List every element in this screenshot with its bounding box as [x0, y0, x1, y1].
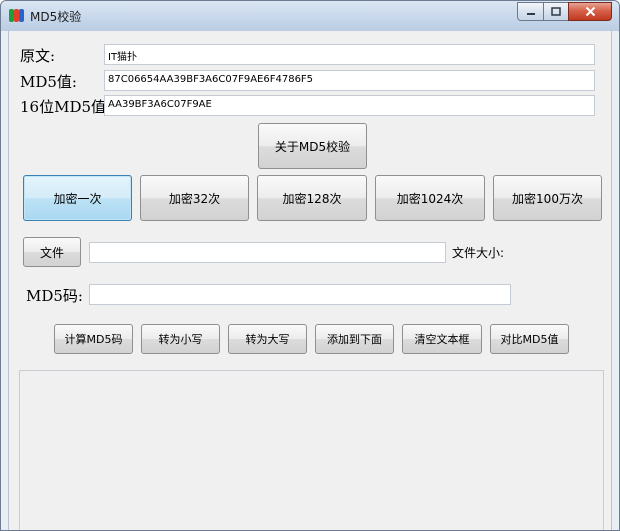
close-button[interactable]: [568, 2, 612, 21]
md5-field[interactable]: 87C06654AA39BF3A6C07F9AE6F4786F5: [104, 70, 595, 91]
md5-code-field[interactable]: [89, 284, 511, 305]
file-button[interactable]: 文件: [23, 237, 81, 267]
encrypt-1m-button[interactable]: 加密100万次: [493, 175, 602, 221]
add-below-button[interactable]: 添加到下面: [315, 324, 394, 354]
output-textarea[interactable]: [19, 370, 604, 530]
encrypt-128-button[interactable]: 加密128次: [257, 175, 367, 221]
clear-textbox-button[interactable]: 清空文本框: [402, 324, 482, 354]
to-uppercase-button[interactable]: 转为大写: [228, 324, 307, 354]
encrypt-32-button[interactable]: 加密32次: [140, 175, 249, 221]
maximize-button[interactable]: [543, 2, 568, 21]
caption-buttons: [517, 2, 612, 22]
maximize-icon: [551, 6, 561, 16]
md5-code-label: MD5码:: [26, 287, 83, 305]
to-lowercase-button[interactable]: 转为小写: [141, 324, 220, 354]
close-icon: [585, 6, 595, 17]
window-title: MD5校验: [30, 10, 82, 24]
original-label: 原文:: [20, 47, 56, 65]
minimize-icon: [526, 12, 535, 15]
md5-16-field[interactable]: AA39BF3A6C07F9AE: [104, 95, 595, 116]
file-size-label: 文件大小:: [452, 246, 505, 260]
about-md5-button[interactable]: 关于MD5校验: [258, 123, 367, 169]
encrypt-1024-button[interactable]: 加密1024次: [375, 175, 485, 221]
md5-16-label: 16位MD5值:: [20, 98, 112, 116]
md5-window: MD5校验 原文: IT猫扑 MD5值: 87C06654AA39BF3A6C0…: [0, 0, 620, 531]
app-icon: [9, 9, 24, 22]
client-area: 原文: IT猫扑 MD5值: 87C06654AA39BF3A6C07F9AE6…: [8, 31, 612, 530]
encrypt-once-button[interactable]: 加密一次: [23, 175, 132, 221]
original-text-field[interactable]: IT猫扑: [104, 44, 595, 65]
title-bar[interactable]: MD5校验: [1, 1, 619, 31]
compute-md5-button[interactable]: 计算MD5码: [54, 324, 133, 354]
minimize-button[interactable]: [517, 2, 543, 21]
file-path-field[interactable]: [89, 242, 446, 263]
md5-label: MD5值:: [20, 73, 77, 91]
compare-md5-button[interactable]: 对比MD5值: [490, 324, 569, 354]
